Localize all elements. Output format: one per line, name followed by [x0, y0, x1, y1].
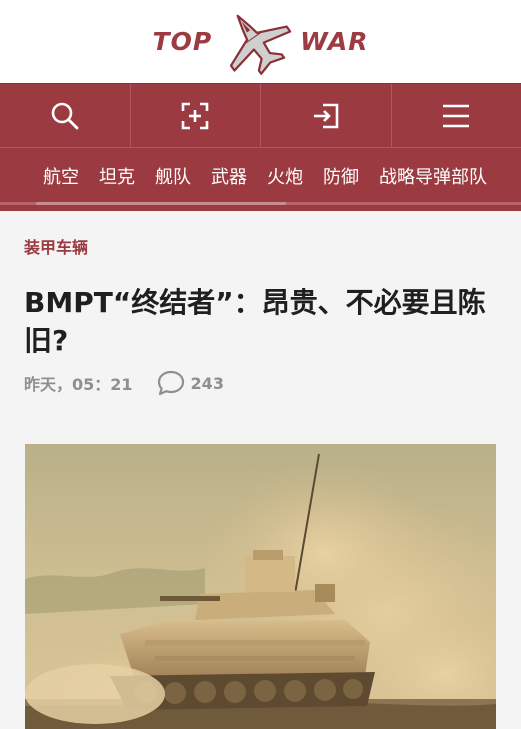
menu-button[interactable]	[392, 84, 521, 147]
hamburger-menu-icon	[443, 104, 470, 127]
sign-in-icon	[313, 103, 339, 128]
toolbar	[0, 83, 521, 147]
comments-link[interactable]: 243	[157, 370, 224, 396]
article-hero-image[interactable]	[25, 444, 496, 729]
nav-item-artillery[interactable]: 火炮	[267, 167, 303, 189]
search-button[interactable]	[0, 84, 131, 147]
nav-scrollbar-thumb[interactable]	[36, 202, 286, 205]
search-icon	[51, 102, 79, 129]
article-title: BMPT“终结者”：昂贵、不必要且陈旧?	[24, 286, 486, 357]
site-logo[interactable]: TOP WAR	[153, 7, 369, 77]
comment-bubble-icon	[157, 370, 184, 396]
article-category[interactable]: 装甲车辆	[24, 238, 497, 258]
article: 装甲车辆 BMPT“终结者”：昂贵、不必要且陈旧? 昨天，05：21 243	[0, 238, 521, 398]
nav-item-fleet[interactable]: 舰队	[155, 167, 191, 189]
category-nav-list: 航空 坦克 舰队 武器 火炮 防御 战略导弹部队	[43, 167, 487, 189]
nav-item-strategic-missile-forces[interactable]: 战略导弹部队	[379, 167, 487, 189]
enter-button[interactable]	[261, 84, 392, 147]
site-header: TOP WAR	[0, 0, 521, 83]
login-button[interactable]	[131, 84, 261, 147]
article-meta: 昨天，05：21 243	[24, 368, 497, 398]
logo-text-war: WAR	[300, 27, 369, 56]
article-date: 昨天，05：21	[24, 375, 133, 394]
comment-count: 243	[190, 373, 224, 393]
nav-item-defense[interactable]: 防御	[323, 167, 359, 189]
add-frame-icon	[181, 102, 209, 129]
nav-item-tanks[interactable]: 坦克	[99, 167, 135, 189]
tank-photo	[25, 444, 496, 729]
fighter-jet-icon	[230, 14, 292, 75]
logo-text-top: TOP	[152, 27, 213, 56]
nav-item-weapons[interactable]: 武器	[211, 167, 247, 189]
nav-item-aviation[interactable]: 航空	[43, 167, 79, 189]
page: TOP WAR 航空 坦克 舰队 武器 火炮 防御 战略导弹部队 装甲车辆 BM…	[0, 0, 521, 729]
nav-scrollbar[interactable]	[0, 202, 521, 205]
category-nav: 航空 坦克 舰队 武器 火炮 防御 战略导弹部队	[0, 147, 521, 211]
